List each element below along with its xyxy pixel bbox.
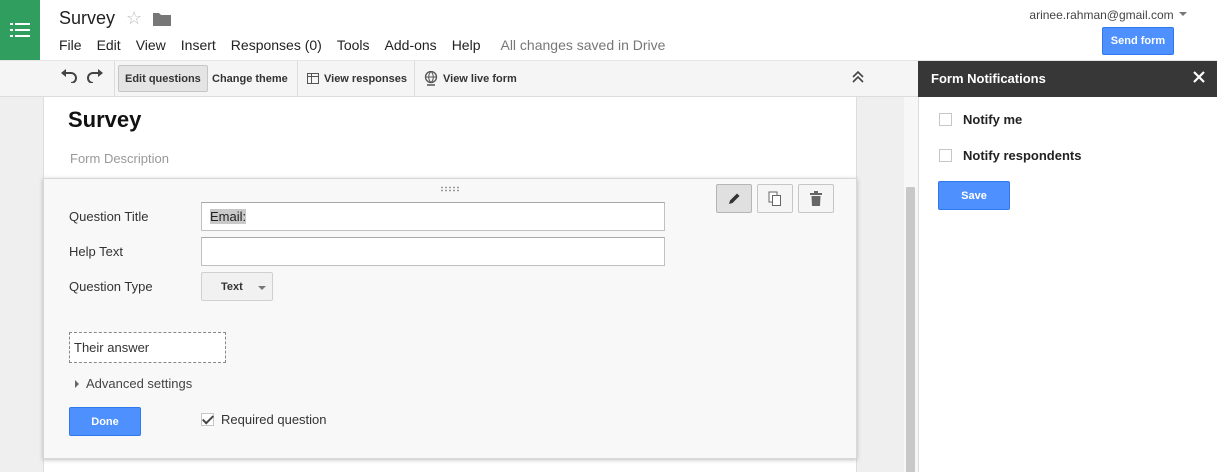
toolbar-divider	[414, 61, 415, 96]
collapse-icon[interactable]	[852, 71, 864, 83]
advanced-settings-toggle[interactable]: Advanced settings	[75, 376, 192, 391]
done-button[interactable]: Done	[69, 407, 141, 436]
required-checkbox[interactable]	[201, 413, 214, 426]
notify-respondents-checkbox[interactable]	[939, 149, 952, 162]
question-title-value: Email:	[210, 209, 247, 224]
advanced-settings-label: Advanced settings	[86, 376, 193, 391]
redo-icon[interactable]	[86, 69, 104, 83]
notify-respondents-row: Notify respondents	[939, 148, 1081, 163]
panel-title: Form Notifications	[918, 61, 1217, 97]
pencil-icon	[729, 193, 740, 204]
send-form-button[interactable]: Send form	[1102, 27, 1174, 55]
delete-question-button[interactable]	[798, 184, 834, 213]
menu-file[interactable]: File	[59, 37, 82, 53]
globe-icon	[424, 70, 438, 86]
forms-home-button[interactable]	[0, 0, 40, 60]
toolbar-divider	[297, 61, 298, 96]
save-status: All changes saved in Drive	[500, 37, 666, 53]
account-email-text: arinee.rahman@gmail.com	[1029, 8, 1174, 22]
notify-me-row: Notify me	[939, 112, 1022, 127]
menu-addons[interactable]: Add-ons	[385, 37, 437, 53]
question-title-input[interactable]: Email:	[201, 202, 665, 231]
edit-question-button[interactable]	[716, 184, 752, 213]
menu-insert[interactable]: Insert	[181, 37, 216, 53]
save-button[interactable]: Save	[938, 181, 1010, 210]
answer-preview: Their answer	[69, 332, 226, 363]
chevron-down-icon	[258, 286, 266, 290]
menu-responses[interactable]: Responses (0)	[231, 37, 322, 53]
duplicate-question-button[interactable]	[757, 184, 793, 213]
view-responses-button[interactable]: View responses	[301, 65, 413, 92]
menu-tools[interactable]: Tools	[337, 37, 370, 53]
change-theme-button[interactable]: Change theme	[206, 65, 294, 92]
undo-icon[interactable]	[60, 69, 78, 83]
question-title-label: Question Title	[69, 209, 149, 224]
help-text-input[interactable]	[201, 237, 665, 266]
table-icon	[307, 73, 319, 84]
form-description[interactable]: Form Description	[70, 151, 169, 166]
required-question-row: Required question	[201, 412, 327, 427]
question-type-select[interactable]: Text	[201, 272, 273, 301]
trash-icon	[810, 191, 822, 206]
menu-view[interactable]: View	[136, 37, 166, 53]
drag-handle[interactable]	[440, 186, 460, 192]
view-responses-label: View responses	[324, 72, 407, 85]
help-text-label: Help Text	[69, 244, 123, 259]
document-title[interactable]: Survey	[59, 8, 115, 29]
required-question-label: Required question	[221, 412, 327, 427]
menu-edit[interactable]: Edit	[97, 37, 121, 53]
account-email[interactable]: arinee.rahman@gmail.com	[1029, 8, 1187, 22]
close-icon[interactable]	[1192, 70, 1206, 84]
menu-bar: File Edit View Insert Responses (0) Tool…	[59, 37, 680, 53]
star-icon[interactable]: ☆	[126, 8, 142, 29]
scrollbar-thumb[interactable]	[906, 187, 915, 472]
edit-questions-button[interactable]: Edit questions	[118, 65, 208, 92]
copy-icon	[768, 191, 781, 206]
question-type-value: Text	[221, 280, 243, 293]
chevron-down-icon[interactable]	[1179, 12, 1187, 16]
view-live-form-label: View live form	[443, 72, 517, 85]
toolbar-divider	[114, 61, 115, 96]
notify-me-checkbox[interactable]	[939, 113, 952, 126]
triangle-right-icon	[75, 379, 79, 388]
form-title[interactable]: Survey	[68, 107, 141, 133]
notify-respondents-label: Notify respondents	[963, 148, 1082, 163]
question-type-label: Question Type	[69, 279, 153, 294]
notify-me-label: Notify me	[963, 112, 1023, 127]
menu-help[interactable]: Help	[452, 37, 481, 53]
editor-toolbar: Edit questions Change theme View respons…	[0, 61, 918, 97]
list-icon	[10, 23, 30, 37]
view-live-form-button[interactable]: View live form	[418, 65, 523, 92]
folder-icon[interactable]	[153, 12, 171, 26]
